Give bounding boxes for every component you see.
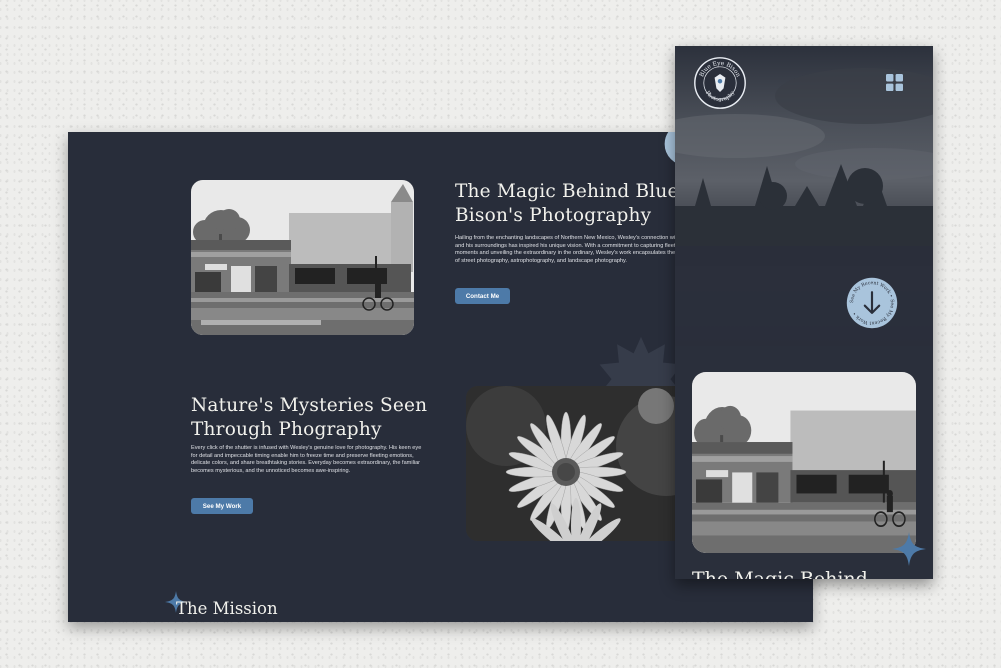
flower-photo — [466, 386, 696, 541]
storefront-photo-mobile — [692, 372, 916, 553]
mobile-mockup: Blue Eye Bison Photography See My Recent… — [675, 46, 933, 579]
sparkle-icon — [892, 532, 926, 566]
see-my-recent-work-badge[interactable]: See My Recent Work • See My Recent Work … — [845, 276, 899, 330]
magic-paragraph: Hailing from the enchanting landscapes o… — [455, 235, 698, 264]
contact-me-button[interactable]: Contact Me — [455, 288, 510, 304]
mission-heading: The Mission — [176, 599, 278, 618]
grid-menu-icon[interactable] — [886, 74, 903, 91]
nature-heading: Nature's Mysteries Seen Through Phograph… — [191, 395, 428, 440]
nature-paragraph: Every click of the shutter is infused wi… — [191, 445, 422, 474]
brand-logo[interactable]: Blue Eye Bison Photography — [693, 56, 747, 110]
mobile-magic-heading: The Magic Behind — [692, 568, 868, 579]
see-my-work-button[interactable]: See My Work — [191, 498, 253, 514]
storefront-photo — [191, 180, 414, 335]
